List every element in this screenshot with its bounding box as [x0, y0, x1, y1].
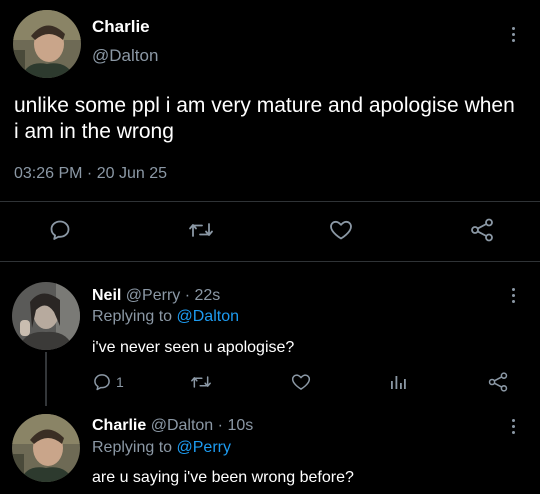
- analytics-button[interactable]: [388, 372, 408, 392]
- replying-prefix: Replying to: [92, 439, 173, 456]
- share-icon: [488, 372, 508, 392]
- more-options-icon[interactable]: [505, 284, 521, 306]
- tweet-text: unlike some ppl i am very mature and apo…: [14, 94, 515, 143]
- reply-tweet: Neil @Perry · 22s Replying to @Dalton i'…: [0, 262, 540, 412]
- reply-icon: [94, 374, 110, 391]
- avatar-image: [13, 10, 81, 78]
- like-button[interactable]: [290, 372, 312, 392]
- reply-header: Neil @Perry · 22s: [92, 287, 220, 305]
- reply-text: i've never seen u apologise?: [92, 339, 295, 356]
- reply-button[interactable]: [48, 218, 72, 242]
- separator: ·: [184, 287, 191, 304]
- time-ago[interactable]: 22s: [195, 287, 221, 304]
- replying-to: Replying to @Perry: [92, 439, 231, 457]
- replying-to: Replying to @Dalton: [92, 308, 239, 326]
- retweet-button[interactable]: [190, 372, 212, 392]
- retweet-icon: [191, 376, 211, 388]
- avatar[interactable]: [12, 282, 80, 350]
- reply-count: 1: [116, 374, 124, 390]
- retweet-button[interactable]: [188, 218, 214, 242]
- reply-header: Charlie @Dalton · 10s: [92, 417, 253, 435]
- retweet-icon: [189, 223, 213, 237]
- analytics-icon: [391, 376, 406, 389]
- share-button[interactable]: [469, 217, 495, 243]
- time-ago[interactable]: 10s: [227, 417, 253, 434]
- author-name[interactable]: Charlie: [92, 417, 146, 434]
- reply-button[interactable]: 1: [92, 372, 124, 392]
- divider: [0, 201, 540, 202]
- thread-line: [45, 352, 47, 406]
- author-handle[interactable]: @Dalton: [151, 417, 214, 434]
- mention-link[interactable]: @Perry: [177, 439, 231, 456]
- avatar-image: [12, 282, 80, 350]
- separator: ·: [217, 417, 223, 434]
- heart-icon: [330, 220, 352, 240]
- like-button[interactable]: [328, 218, 354, 242]
- reply-tweet: Charlie @Dalton · 10s Replying to @Perry…: [0, 407, 540, 494]
- author-handle[interactable]: @Perry: [126, 287, 180, 304]
- avatar-image: [12, 414, 80, 482]
- author-name[interactable]: Charlie: [92, 17, 150, 37]
- avatar[interactable]: [13, 10, 81, 78]
- heart-icon: [291, 374, 311, 390]
- avatar[interactable]: [12, 414, 80, 482]
- author-name[interactable]: Neil: [92, 287, 121, 304]
- more-options-icon[interactable]: [505, 23, 521, 45]
- more-options-icon[interactable]: [505, 415, 521, 437]
- share-button[interactable]: [487, 371, 509, 393]
- reply-text: are u saying i've been wrong before?: [92, 469, 354, 486]
- author-handle[interactable]: @Dalton: [92, 46, 158, 66]
- main-tweet: Charlie @Dalton unlike some ppl i am ver…: [0, 0, 540, 262]
- mention-link[interactable]: @Dalton: [177, 308, 240, 325]
- reply-icon: [50, 220, 70, 240]
- replying-prefix: Replying to: [92, 308, 173, 325]
- share-icon: [471, 218, 493, 242]
- tweet-timestamp[interactable]: 03:26 PM · 20 Jun 25: [14, 165, 167, 183]
